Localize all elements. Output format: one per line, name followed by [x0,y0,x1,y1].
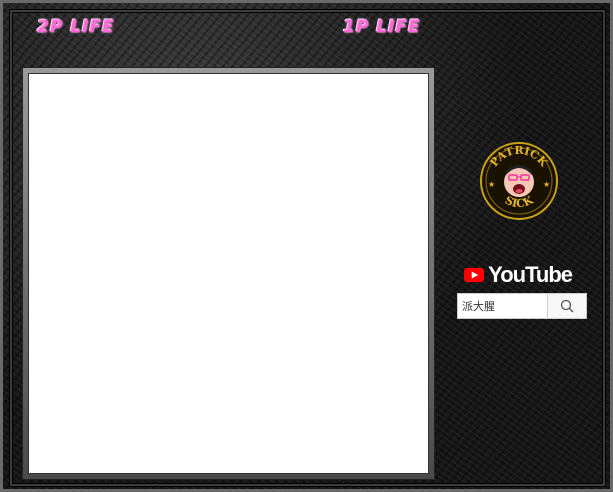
patrick-sick-emblem-icon[interactable]: PATRICK SICK ★ ★ [479,141,559,221]
play-area-frame [22,67,435,480]
svg-text:★: ★ [488,180,495,189]
youtube-play-icon [464,267,485,283]
play-area[interactable] [28,73,429,474]
youtube-logo[interactable]: YouTube [464,259,573,291]
search-icon [560,299,574,313]
youtube-search-input[interactable] [458,294,547,318]
youtube-search-button[interactable] [547,294,586,318]
p1-life-label: 1P LIFE [343,17,421,37]
svg-text:★: ★ [543,180,550,189]
game-frame: 2P LIFE 1P LIFE PATRICK SICK ★ ★ YouTube… [0,0,613,492]
p2-life-label: 2P LIFE [37,17,115,37]
youtube-search-box [457,293,587,319]
youtube-wordmark: YouTube [488,262,573,287]
